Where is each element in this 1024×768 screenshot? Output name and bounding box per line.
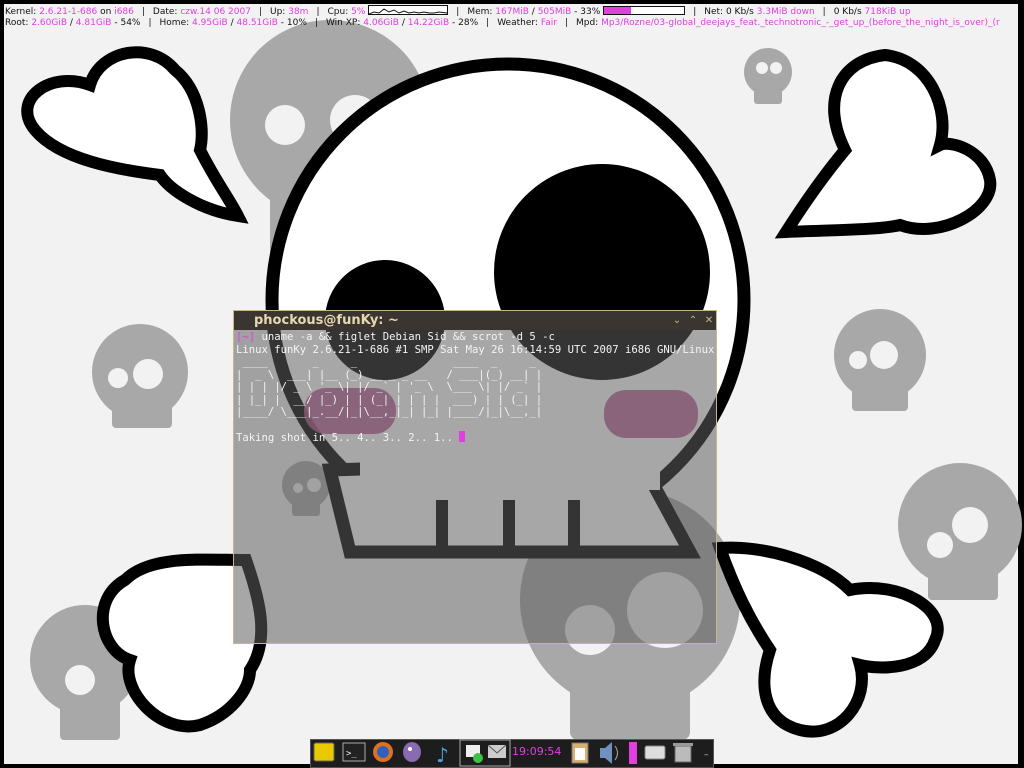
svg-text:>_: >_ — [346, 749, 357, 759]
trash-icon[interactable] — [673, 743, 693, 763]
terminal-icon[interactable]: >_ — [342, 742, 366, 762]
mail-icon[interactable] — [487, 744, 507, 758]
svg-text:♪: ♪ — [436, 743, 449, 767]
clipboard-icon[interactable] — [571, 742, 589, 764]
firefox-icon[interactable] — [373, 742, 393, 762]
volume-icon[interactable] — [600, 742, 618, 764]
overflow-icon[interactable]: – — [704, 750, 709, 760]
music-icon[interactable]: ♪ — [436, 743, 449, 767]
volume-level[interactable] — [629, 742, 637, 764]
drive-icon[interactable] — [644, 745, 666, 760]
clock: 19:09:54 — [512, 745, 562, 758]
pidgin-icon[interactable] — [403, 742, 421, 762]
window-icon[interactable] — [313, 742, 335, 762]
svg-text:–: – — [704, 750, 709, 760]
taskbar-icons: >_ ♪ – — [313, 739, 709, 767]
